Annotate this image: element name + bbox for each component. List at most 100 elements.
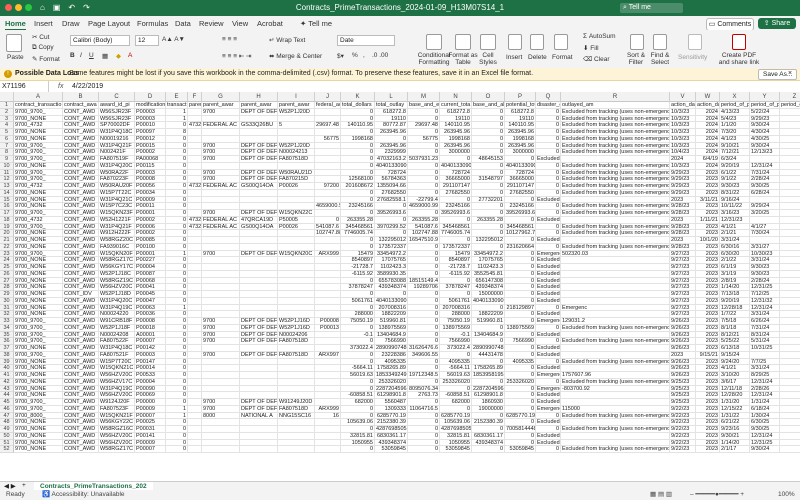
table-cell[interactable] <box>278 270 315 278</box>
table-cell[interactable]: CONT_AWD <box>63 439 99 447</box>
table-cell[interactable]: W52P1J20D <box>278 108 315 116</box>
table-cell[interactable]: 0 <box>536 169 561 177</box>
table-cell[interactable]: 13404684.9 <box>375 331 408 339</box>
table-cell[interactable]: FEDERAL AC <box>202 122 240 129</box>
table-cell[interactable]: 7566990 <box>440 338 472 345</box>
row-header[interactable]: 4 <box>0 122 14 129</box>
table-cell[interactable]: 9/25/23 <box>670 392 696 399</box>
table-cell[interactable]: 1/31/22 <box>720 412 750 420</box>
table-cell[interactable]: 0 <box>341 412 375 420</box>
table-cell[interactable]: Emergenc <box>536 250 561 258</box>
table-cell[interactable]: 9700_9700_ <box>14 142 63 150</box>
table-cell[interactable]: FA807523F <box>99 405 135 413</box>
column-header-n[interactable]: N <box>440 92 472 102</box>
table-cell[interactable]: 4732 <box>188 183 202 190</box>
table-cell[interactable]: PA00068 <box>135 156 166 163</box>
table-cell[interactable]: 2152380.39 <box>472 419 505 426</box>
tab-data[interactable]: Data <box>175 19 191 28</box>
table-cell[interactable]: 9700_9700_ <box>14 399 63 406</box>
table-cell[interactable]: 0 <box>341 324 375 332</box>
table-cell[interactable] <box>780 149 800 156</box>
table-cell[interactable]: 9/30/25 <box>750 426 780 433</box>
table-cell[interactable]: 439348374 <box>375 284 408 291</box>
table-cell[interactable]: 9700_9700_ <box>14 169 63 177</box>
row-header[interactable]: 6 <box>0 135 14 143</box>
row-header[interactable]: 26 <box>0 270 14 278</box>
table-cell[interactable]: 2024 <box>696 115 720 123</box>
table-cell[interactable]: -21728.7 <box>440 264 472 271</box>
table-cell[interactable] <box>561 257 670 264</box>
table-cell[interactable]: 0 <box>166 372 188 379</box>
table-cell[interactable]: 0 <box>505 257 536 264</box>
row-header[interactable]: 27 <box>0 277 14 285</box>
table-cell[interactable]: 0 <box>505 385 536 393</box>
table-cell[interactable]: 2023 <box>696 291 720 298</box>
table-cell[interactable] <box>278 230 315 237</box>
table-cell[interactable]: 0 <box>408 250 440 258</box>
table-cell[interactable]: 10/4/23 <box>670 149 696 156</box>
table-cell[interactable] <box>561 156 670 163</box>
table-cell[interactable]: 2/8/19 <box>720 277 750 285</box>
table-cell[interactable]: 0 <box>472 324 505 332</box>
table-cell[interactable]: DEPT OF DEF <box>240 149 278 156</box>
tab-page-layout[interactable]: Page Layout <box>88 19 130 28</box>
table-cell[interactable]: 519960.81 <box>375 318 408 325</box>
table-cell[interactable] <box>278 372 315 379</box>
row-header[interactable]: 45 <box>0 399 14 406</box>
table-cell[interactable]: 0 <box>408 446 440 453</box>
table-cell[interactable] <box>315 297 341 305</box>
table-cell[interactable]: 1853349249 <box>375 372 408 379</box>
sheet-nav-icon[interactable]: ◀ ▶ <box>4 482 16 490</box>
table-cell[interactable]: 0 <box>341 129 375 136</box>
table-cell[interactable] <box>315 162 341 170</box>
table-cell[interactable]: W52P1J16D <box>278 318 315 325</box>
align-left-icon[interactable]: ≡ ≡ ≡ ⇤ ⇥ <box>222 52 252 60</box>
table-cell[interactable]: 2023 <box>696 365 720 372</box>
column-header-q[interactable]: Q <box>536 92 561 102</box>
table-cell[interactable]: DEPT OF DEF <box>240 318 278 325</box>
align-top-icon[interactable]: ≡ ≡ ≡ <box>222 36 237 43</box>
table-cell[interactable]: P00041 <box>135 284 166 291</box>
table-cell[interactable]: 0 <box>472 149 505 156</box>
table-cell[interactable]: -60858.51 <box>440 392 472 399</box>
table-cell[interactable]: 2023 <box>696 270 720 278</box>
table-cell[interactable]: CONT_AWD <box>63 412 99 420</box>
table-cell[interactable]: P00069 <box>135 392 166 399</box>
table-cell[interactable]: 207008316 <box>440 304 472 312</box>
row-header[interactable]: 36 <box>0 338 14 345</box>
table-cell[interactable]: 291107147 <box>505 183 536 190</box>
table-cell[interactable]: N00024206 <box>278 331 315 339</box>
table-cell[interactable] <box>315 243 341 251</box>
table-cell[interactable]: 0 <box>166 189 188 197</box>
table-cell[interactable]: 1309333 <box>375 405 408 413</box>
table-cell[interactable]: 439348374 <box>375 439 408 447</box>
table-cell[interactable]: 129031.2 <box>561 318 670 325</box>
table-cell[interactable]: CONT_AWD <box>63 135 99 143</box>
table-cell[interactable] <box>315 264 341 271</box>
table-cell[interactable]: 0 <box>166 338 188 345</box>
table-cell[interactable] <box>278 284 315 291</box>
table-cell[interactable] <box>561 365 670 372</box>
table-cell[interactable]: 0 <box>166 378 188 386</box>
row-header[interactable]: 17 <box>0 210 14 217</box>
table-cell[interactable]: 4659000.99 <box>315 203 341 210</box>
table-cell[interactable]: 102747.88 <box>315 230 341 237</box>
table-cell[interactable]: CONT_AWD <box>63 432 99 440</box>
table-cell[interactable]: 0 <box>440 216 472 224</box>
table-cell[interactable]: 0 <box>536 243 561 251</box>
table-cell[interactable]: 6/3/24 <box>720 156 750 163</box>
table-cell[interactable]: 0 <box>440 351 472 359</box>
table-cell[interactable]: 23245166 <box>440 203 472 210</box>
table-cell[interactable] <box>780 399 800 406</box>
table-cell[interactable]: 6285770.19 <box>375 412 408 420</box>
table-cell[interactable]: -22799.4 <box>408 196 440 204</box>
table-cell[interactable]: 0 <box>166 277 188 285</box>
table-cell[interactable]: 373022.4 <box>440 345 472 352</box>
table-cell[interactable] <box>315 399 341 406</box>
table-cell[interactable] <box>240 203 278 210</box>
table-cell[interactable]: 37878247 <box>341 284 375 291</box>
table-cell[interactable]: 9700 <box>202 156 240 163</box>
table-cell[interactable] <box>780 311 800 318</box>
table-cell[interactable]: 23228386 <box>375 351 408 359</box>
table-cell[interactable]: 9/27/23 <box>670 257 696 264</box>
